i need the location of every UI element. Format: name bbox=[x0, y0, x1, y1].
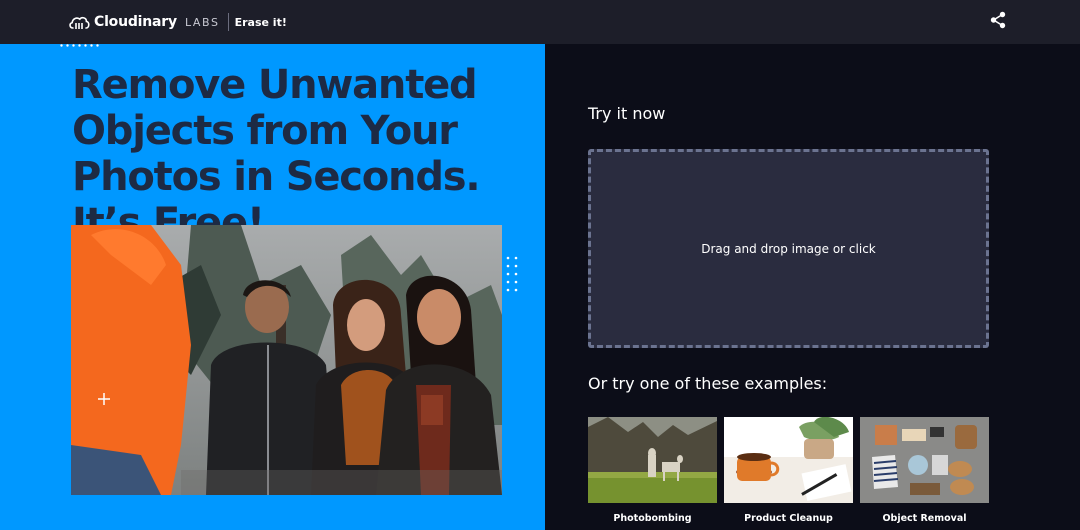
image-upload-dropzone[interactable]: Drag and drop image or click bbox=[588, 149, 989, 348]
try-it-now-heading: Try it now bbox=[588, 104, 666, 123]
flatlay-items-thumbnail bbox=[860, 417, 989, 503]
cloud-logo-icon bbox=[69, 16, 90, 29]
example-object-removal[interactable]: Object Removal bbox=[860, 417, 989, 524]
headline-line: Photos in Seconds. bbox=[72, 154, 481, 200]
dropzone-text: Drag and drop image or click bbox=[701, 241, 876, 256]
product-name: Erase it! bbox=[234, 15, 287, 29]
example-photobombing[interactable]: Photobombing bbox=[588, 417, 717, 524]
brand-logo-link[interactable]: Cloudinary LABS Erase it! bbox=[68, 10, 287, 34]
deer-field-thumbnail bbox=[588, 417, 717, 503]
headline-line: Remove Unwanted bbox=[72, 62, 478, 108]
crosshair-cursor-icon bbox=[98, 393, 110, 405]
example-label: Photobombing bbox=[613, 513, 692, 524]
brand-labs: LABS bbox=[184, 15, 220, 29]
people-laughing-photo bbox=[71, 225, 502, 495]
decorative-dots bbox=[60, 44, 99, 47]
brand-name: Cloudinary bbox=[94, 14, 177, 30]
share-icon[interactable] bbox=[989, 11, 1007, 29]
example-label: Object Removal bbox=[882, 513, 967, 524]
example-label: Product Cleanup bbox=[744, 513, 833, 524]
hero-headline: Remove Unwanted Objects from Your Photos… bbox=[72, 62, 542, 246]
examples-heading: Or try one of these examples: bbox=[588, 374, 828, 393]
coffee-mug-thumbnail bbox=[724, 417, 853, 503]
headline-line: Objects from Your bbox=[72, 108, 458, 154]
brand-divider bbox=[227, 13, 229, 31]
top-navigation-bar: Cloudinary LABS Erase it! bbox=[0, 0, 1080, 44]
example-product-cleanup[interactable]: Product Cleanup bbox=[724, 417, 853, 524]
